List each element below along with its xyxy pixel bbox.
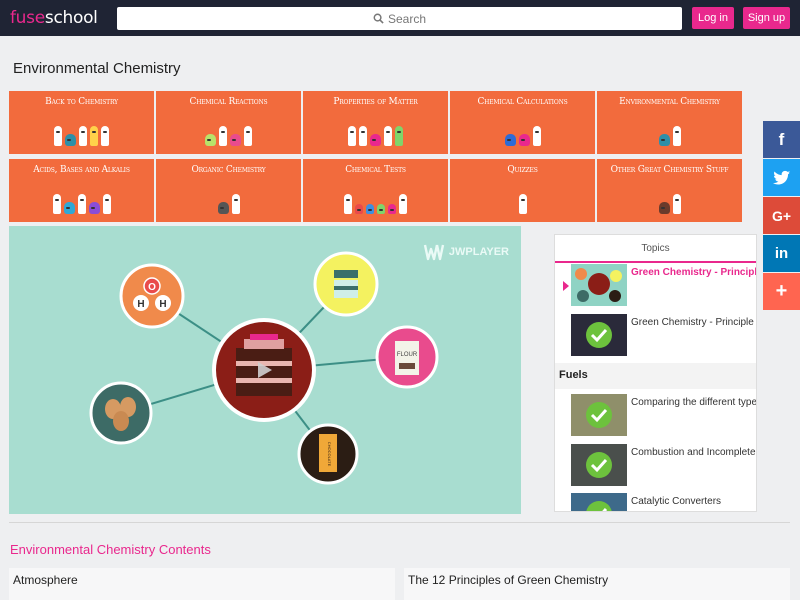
playlist-item-title: Comparing the different types bbox=[631, 397, 756, 408]
tile-illustration bbox=[9, 120, 154, 146]
playlist-item[interactable]: Catalytic Converters bbox=[555, 493, 756, 511]
video-thumbnail bbox=[571, 493, 627, 511]
contents-group-atmosphere[interactable]: Atmosphere bbox=[9, 568, 395, 600]
search-placeholder: Search bbox=[387, 11, 427, 26]
video-thumbnail bbox=[571, 394, 627, 436]
tile-label: Other Great Chemistry Stuff bbox=[610, 165, 729, 175]
video-thumbnail bbox=[571, 444, 627, 486]
page-title: Environmental Chemistry bbox=[13, 60, 181, 77]
social-share-bar: f G+ in + bbox=[763, 121, 800, 311]
playlist-item[interactable]: Green Chemistry - Principle 1 bbox=[555, 264, 756, 308]
video-thumbnail bbox=[571, 264, 627, 306]
tile-illustration bbox=[156, 188, 301, 214]
tile-illustration bbox=[303, 188, 448, 214]
tile-illustration bbox=[450, 188, 595, 214]
tile-label: Chemical Calculations bbox=[477, 97, 568, 107]
tile-chemical-tests[interactable]: Chemical Tests bbox=[303, 159, 448, 222]
linkedin-icon: in bbox=[774, 245, 789, 262]
contents-group-green-chemistry[interactable]: The 12 Principles of Green Chemistry bbox=[404, 568, 790, 600]
water-molecule-circle bbox=[119, 263, 185, 329]
checkmark-icon bbox=[586, 452, 612, 478]
contents-group-title: The 12 Principles of Green Chemistry bbox=[408, 573, 609, 587]
linkedin-share-button[interactable]: in bbox=[763, 235, 800, 272]
playlist-item[interactable]: Comparing the different types bbox=[555, 394, 756, 438]
login-button[interactable]: Log in bbox=[692, 7, 734, 29]
contents-group-title: Atmosphere bbox=[13, 573, 78, 587]
search-icon bbox=[373, 13, 384, 24]
tile-label: Environmental Chemistry bbox=[619, 97, 720, 107]
checkmark-icon bbox=[586, 322, 612, 348]
tile-chemical-calculations[interactable]: Chemical Calculations bbox=[450, 91, 595, 154]
playlist-item-title: Green Chemistry - Principle 1 bbox=[631, 267, 756, 278]
google-plus-icon: G+ bbox=[771, 207, 792, 224]
playlist-item-title: Combustion and Incomplete bbox=[631, 447, 756, 458]
tile-label: Properties of Matter bbox=[333, 97, 418, 107]
top-navbar: fuseschool Search Log in Sign up bbox=[0, 0, 800, 36]
logo-school-text: school bbox=[44, 8, 98, 28]
more-share-button[interactable]: + bbox=[763, 273, 800, 310]
tile-chemical-reactions[interactable]: Chemical Reactions bbox=[156, 91, 301, 154]
tile-quizzes[interactable]: Quizzes bbox=[450, 159, 595, 222]
tile-label: Chemical Reactions bbox=[189, 97, 268, 107]
chocolate-label: CHOCOLATE bbox=[327, 442, 332, 467]
section-fuels: Fuels bbox=[555, 363, 756, 389]
molecule-o-text: O bbox=[148, 282, 156, 293]
playlist-item-title: Green Chemistry - Principle 1 bbox=[631, 317, 756, 328]
facebook-icon: f bbox=[778, 129, 785, 149]
category-tiles: Back to Chemistry Chemical Reactions Pro… bbox=[9, 91, 742, 222]
tile-illustration bbox=[9, 188, 154, 214]
twitter-share-button[interactable] bbox=[763, 159, 800, 196]
tile-environmental-chemistry[interactable]: Environmental Chemistry bbox=[597, 91, 742, 154]
tile-acids-bases-alkalis[interactable]: Acids, Bases and Alkalis bbox=[9, 159, 154, 222]
search-input[interactable]: Search bbox=[117, 7, 682, 30]
twitter-icon bbox=[772, 170, 790, 185]
tab-topics[interactable]: Topics bbox=[555, 235, 756, 263]
google-plus-share-button[interactable]: G+ bbox=[763, 197, 800, 234]
checkmark-icon bbox=[586, 501, 612, 511]
playlist-panel: Topics Green Chemistry - Principle 1 Gre… bbox=[554, 234, 757, 512]
current-item-arrow-icon bbox=[563, 281, 569, 291]
video-player[interactable]: JWPLAYER O H H FLOUR CHOCOLATE bbox=[9, 226, 521, 514]
playlist-item[interactable]: Combustion and Incomplete bbox=[555, 444, 756, 488]
tile-other-great-chemistry-stuff[interactable]: Other Great Chemistry Stuff bbox=[597, 159, 742, 222]
molecule-h-right-text: H bbox=[159, 299, 166, 310]
tile-label: Back to Chemistry bbox=[45, 97, 118, 107]
logo-fuse-text: fuse bbox=[10, 8, 45, 28]
flour-label: FLOUR bbox=[397, 352, 418, 358]
play-icon[interactable] bbox=[254, 360, 274, 380]
molecule-h-left-text: H bbox=[137, 299, 144, 310]
facebook-share-button[interactable]: f bbox=[763, 121, 800, 158]
tile-illustration bbox=[450, 120, 595, 146]
tile-label: Quizzes bbox=[507, 165, 538, 175]
section-divider bbox=[9, 522, 790, 523]
tile-organic-chemistry[interactable]: Organic Chemistry bbox=[156, 159, 301, 222]
tile-illustration bbox=[303, 120, 448, 146]
signup-button[interactable]: Sign up bbox=[743, 7, 790, 29]
playlist-item-title: Catalytic Converters bbox=[631, 496, 722, 507]
contents-heading: Environmental Chemistry Contents bbox=[10, 542, 211, 557]
tile-label: Acids, Bases and Alkalis bbox=[33, 165, 130, 175]
tile-illustration bbox=[156, 120, 301, 146]
playlist-item[interactable]: Green Chemistry - Principle 1 bbox=[555, 314, 756, 358]
tile-illustration bbox=[597, 188, 742, 214]
plus-icon: + bbox=[775, 280, 788, 302]
tile-back-to-chemistry[interactable]: Back to Chemistry bbox=[9, 91, 154, 154]
fuseschool-logo[interactable]: fuseschool bbox=[10, 8, 98, 28]
tile-label: Chemical Tests bbox=[345, 165, 406, 175]
video-thumbnail bbox=[571, 314, 627, 356]
tile-illustration bbox=[597, 120, 742, 146]
tile-properties-of-matter[interactable]: Properties of Matter bbox=[303, 91, 448, 154]
tile-label: Organic Chemistry bbox=[191, 165, 266, 175]
checkmark-icon bbox=[586, 402, 612, 428]
